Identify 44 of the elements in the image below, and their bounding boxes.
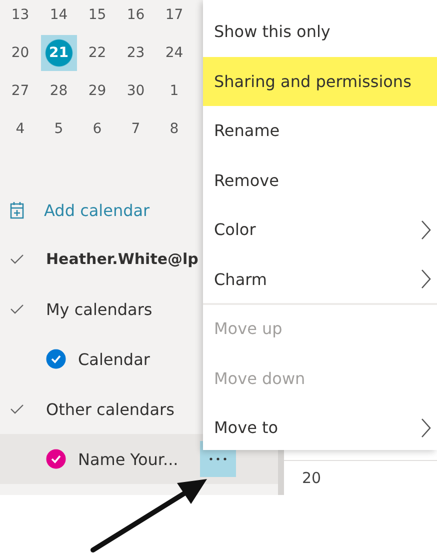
calendar-name[interactable]: Name Your... [78, 450, 178, 468]
calendar-day[interactable]: 27 [2, 73, 38, 109]
calendar-day[interactable]: 8 [156, 111, 192, 147]
chevron-right-icon [421, 269, 431, 290]
menu-item[interactable]: Rename [203, 106, 437, 156]
menu-item[interactable]: Move to [203, 403, 437, 452]
calendar-day[interactable]: 21 [40, 35, 77, 71]
calendar-day[interactable]: 24 [156, 35, 192, 71]
add-calendar-link[interactable]: Add calendar [44, 200, 150, 220]
calendar-checkbox[interactable] [46, 349, 66, 369]
day-number: 20 [302, 469, 322, 487]
calendar-day[interactable]: 4 [2, 111, 38, 147]
check-icon[interactable] [10, 254, 24, 264]
menu-item[interactable]: Show this only [203, 7, 437, 56]
calendar-day[interactable]: 13 [2, 0, 38, 33]
calendar-day[interactable]: 28 [40, 73, 77, 109]
account-name[interactable]: Heather.White@lp [46, 250, 198, 268]
check-icon[interactable] [10, 304, 24, 314]
calendar-day[interactable]: 7 [118, 111, 154, 147]
chevron-right-icon [421, 220, 431, 240]
calendar-day[interactable]: 29 [79, 73, 116, 109]
menu-item[interactable]: Sharing and permissions [203, 56, 437, 106]
more-icon [209, 457, 228, 461]
group-label[interactable]: My calendars [46, 300, 152, 318]
check-icon[interactable] [10, 404, 24, 414]
calendar-day[interactable]: 14 [40, 0, 77, 33]
calendar-day[interactable]: 16 [118, 0, 154, 33]
calendar-day[interactable]: 30 [118, 73, 154, 109]
calendar-day[interactable]: 6 [79, 111, 116, 147]
calendar-day[interactable]: 23 [118, 35, 154, 71]
menu-item[interactable]: Charm [203, 254, 437, 304]
calendar-day[interactable]: 22 [79, 35, 116, 71]
menu-item[interactable]: Remove [203, 156, 437, 205]
calendar-day[interactable]: 1 [156, 73, 192, 109]
calendar-checkbox[interactable] [46, 449, 66, 469]
group-label[interactable]: Other calendars [46, 400, 174, 418]
menu-item[interactable]: Color [203, 205, 437, 254]
calendar-day[interactable]: 17 [156, 0, 192, 33]
calendar-day[interactable]: 20 [2, 35, 38, 71]
calendar-day[interactable]: 15 [79, 0, 116, 33]
calendar-day[interactable]: 5 [40, 111, 77, 147]
add-calendar-icon[interactable] [10, 201, 24, 219]
calendar-name[interactable]: Calendar [78, 350, 150, 368]
chevron-right-icon [421, 418, 431, 438]
